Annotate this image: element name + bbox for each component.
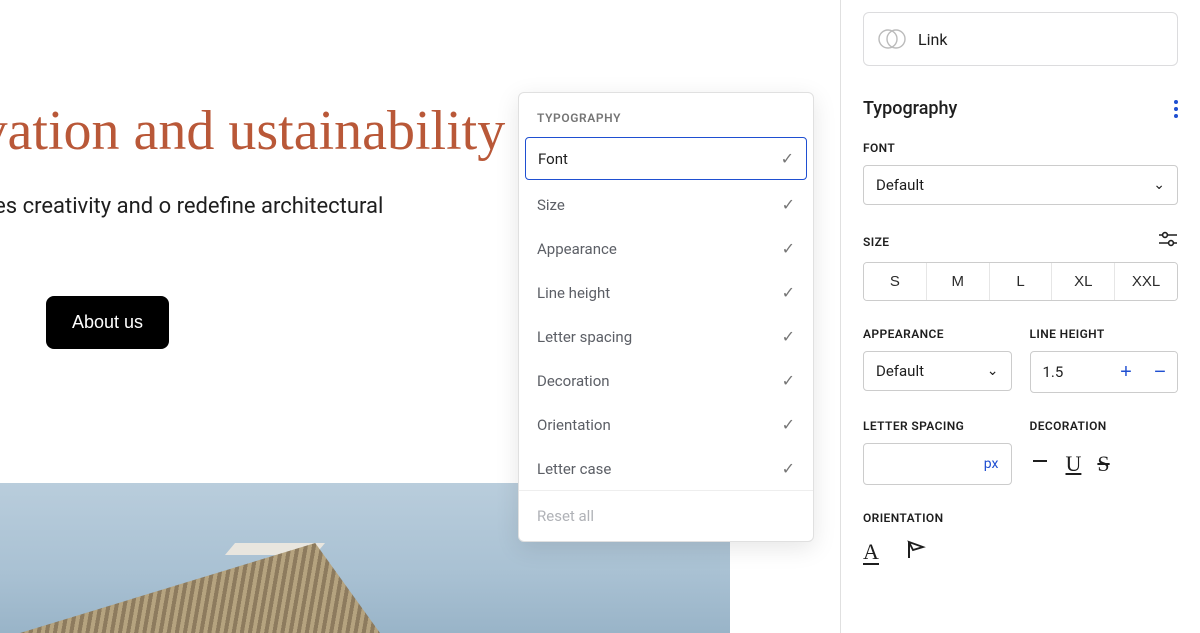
size-option-xl[interactable]: XL bbox=[1051, 263, 1114, 300]
typography-option-letter-spacing[interactable]: Letter spacing ✓ bbox=[519, 314, 813, 358]
font-field: FONT Default ⌄ bbox=[863, 141, 1178, 205]
orientation-vertical-button[interactable] bbox=[905, 539, 927, 567]
typography-options-popover: TYPOGRAPHY Font✓Size✓Appearance✓Line hei… bbox=[518, 92, 814, 542]
line-height-value: 1.5 bbox=[1031, 353, 1110, 391]
typography-panel-more-button[interactable] bbox=[1174, 100, 1178, 118]
line-height-decrement[interactable]: − bbox=[1143, 352, 1177, 392]
line-height-label: LINE HEIGHT bbox=[1030, 327, 1179, 341]
orientation-label: ORIENTATION bbox=[863, 511, 1178, 525]
font-select-value: Default bbox=[876, 176, 924, 194]
check-icon: ✓ bbox=[782, 283, 795, 302]
typography-panel-title: Typography bbox=[863, 98, 957, 119]
decoration-none-button[interactable] bbox=[1030, 451, 1050, 477]
size-settings-icon[interactable] bbox=[1158, 231, 1178, 252]
link-color-card[interactable]: Link bbox=[863, 12, 1178, 66]
appearance-label: APPEARANCE bbox=[863, 327, 1012, 341]
font-select[interactable]: Default ⌄ bbox=[863, 165, 1178, 205]
size-option-m[interactable]: M bbox=[926, 263, 989, 300]
typography-option-font[interactable]: Font ✓ bbox=[525, 137, 807, 180]
typography-option-letter-case[interactable]: Letter case ✓ bbox=[519, 446, 813, 490]
block-settings-sidebar: Link Typography FONT Default ⌄ SIZE bbox=[840, 0, 1200, 633]
size-option-s[interactable]: S bbox=[864, 263, 926, 300]
decoration-strikethrough-button[interactable]: S bbox=[1097, 451, 1109, 477]
check-icon: ✓ bbox=[782, 415, 795, 434]
empty-swatch-icon bbox=[878, 25, 906, 53]
line-height-stepper[interactable]: 1.5 + − bbox=[1030, 351, 1179, 393]
check-icon: ✓ bbox=[782, 239, 795, 258]
option-label: Size bbox=[537, 196, 565, 214]
option-label: Font bbox=[538, 150, 568, 168]
size-option-xxl[interactable]: XXL bbox=[1114, 263, 1177, 300]
option-label: Orientation bbox=[537, 416, 611, 434]
orientation-horizontal-button[interactable]: A bbox=[863, 539, 879, 567]
letter-spacing-field: LETTER SPACING px bbox=[863, 419, 1012, 485]
decoration-underline-button[interactable]: U bbox=[1066, 451, 1082, 477]
option-label: Letter case bbox=[537, 460, 611, 478]
decoration-field: DECORATION U S bbox=[1030, 419, 1179, 485]
popover-items: Font✓Size✓Appearance✓Line height✓Letter … bbox=[519, 137, 813, 490]
popover-header: TYPOGRAPHY bbox=[519, 93, 813, 135]
orientation-field: ORIENTATION A bbox=[863, 511, 1178, 567]
appearance-select[interactable]: Default ⌄ bbox=[863, 351, 1012, 391]
option-label: Decoration bbox=[537, 372, 610, 390]
typography-option-line-height[interactable]: Line height ✓ bbox=[519, 270, 813, 314]
chevron-down-icon: ⌄ bbox=[1153, 177, 1165, 193]
appearance-value: Default bbox=[876, 362, 924, 380]
editor-canvas: ent to innovation and ustainability firm… bbox=[0, 0, 840, 633]
hero-heading: ent to innovation and ustainability bbox=[0, 96, 520, 166]
size-label: SIZE bbox=[863, 235, 889, 249]
check-icon: ✓ bbox=[782, 371, 795, 390]
letter-spacing-input[interactable]: px bbox=[863, 443, 1012, 485]
check-icon: ✓ bbox=[781, 149, 794, 168]
option-label: Line height bbox=[537, 284, 610, 302]
option-label: Letter spacing bbox=[537, 328, 632, 346]
reset-all-button[interactable]: Reset all bbox=[519, 490, 813, 541]
check-icon: ✓ bbox=[782, 327, 795, 346]
check-icon: ✓ bbox=[782, 195, 795, 214]
font-label: FONT bbox=[863, 141, 1178, 155]
decoration-label: DECORATION bbox=[1030, 419, 1179, 433]
check-icon: ✓ bbox=[782, 459, 795, 478]
chevron-down-icon: ⌄ bbox=[987, 363, 999, 379]
letter-spacing-unit: px bbox=[984, 456, 999, 472]
size-field: SIZE SMLXLXXL bbox=[863, 231, 1178, 301]
line-height-increment[interactable]: + bbox=[1109, 352, 1143, 392]
hero-subtext: firm that seamlessly merges creativity a… bbox=[0, 190, 440, 256]
typography-option-size[interactable]: Size ✓ bbox=[519, 182, 813, 226]
size-segmented-control: SMLXLXXL bbox=[863, 262, 1178, 301]
about-us-button[interactable]: About us bbox=[46, 296, 169, 349]
line-height-field: LINE HEIGHT 1.5 + − bbox=[1030, 327, 1179, 393]
typography-option-orientation[interactable]: Orientation ✓ bbox=[519, 402, 813, 446]
letter-spacing-label: LETTER SPACING bbox=[863, 419, 1012, 433]
option-label: Appearance bbox=[537, 240, 617, 258]
appearance-field: APPEARANCE Default ⌄ bbox=[863, 327, 1012, 393]
link-card-label: Link bbox=[918, 30, 947, 49]
size-option-l[interactable]: L bbox=[989, 263, 1052, 300]
roof-shape bbox=[20, 543, 380, 633]
typography-option-decoration[interactable]: Decoration ✓ bbox=[519, 358, 813, 402]
typography-option-appearance[interactable]: Appearance ✓ bbox=[519, 226, 813, 270]
